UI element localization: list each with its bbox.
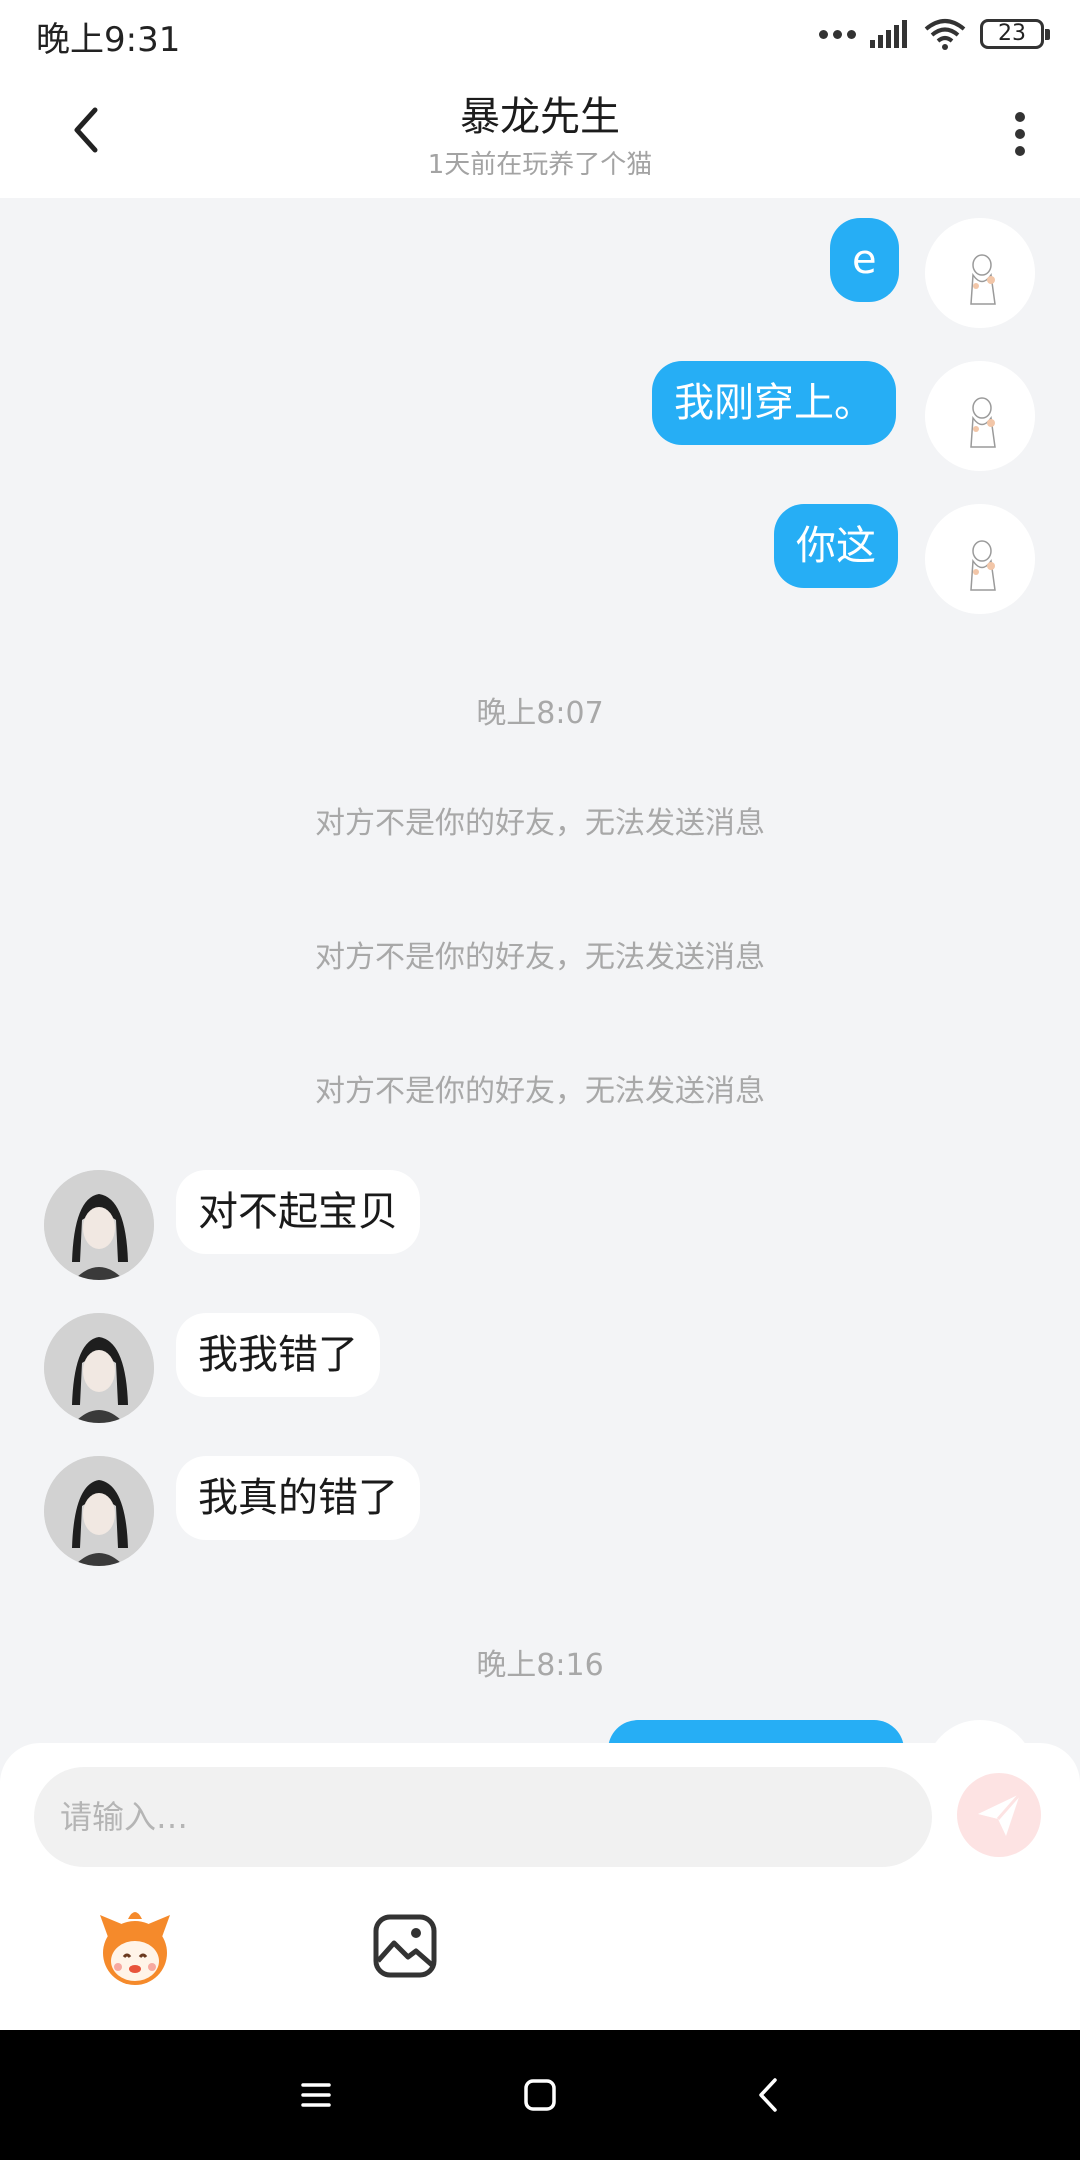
- character-avatar-image: [44, 1456, 154, 1566]
- mascot-emoji-icon: [100, 1912, 170, 1985]
- system-notice: 对方不是你的好友，无法发送消息: [315, 940, 765, 975]
- my-avatar[interactable]: [925, 504, 1035, 614]
- image-icon: [373, 1914, 437, 1978]
- battery-icon: 23: [980, 19, 1050, 49]
- chat-header: 暴龙先生 1天前在玩养了个猫: [0, 64, 1080, 198]
- message-bubble-received[interactable]: 我真的错了: [176, 1456, 420, 1540]
- contact-status: 1天前在玩养了个猫: [427, 150, 653, 180]
- character-avatar-image: [44, 1170, 154, 1280]
- send-button[interactable]: [957, 1773, 1041, 1857]
- menu-icon: [301, 2083, 331, 2107]
- more-options-button[interactable]: [1000, 104, 1040, 164]
- contact-avatar[interactable]: [44, 1170, 154, 1280]
- anime-avatar-image: [925, 361, 1035, 471]
- my-avatar[interactable]: [925, 218, 1035, 328]
- message-bubble-received[interactable]: 我我错了: [176, 1313, 380, 1397]
- message-timestamp: 晚上8:07: [476, 696, 604, 731]
- contact-avatar[interactable]: [44, 1313, 154, 1423]
- more-vertical-icon: [1015, 112, 1025, 122]
- anime-avatar-image: [925, 504, 1035, 614]
- message-bubble-sent[interactable]: e: [830, 218, 899, 302]
- status-bar: 晚上9:31 23: [0, 0, 1080, 64]
- my-avatar[interactable]: [925, 361, 1035, 471]
- paper-plane-icon: [978, 1793, 1022, 1836]
- nav-home-button[interactable]: [515, 2070, 565, 2120]
- wifi-icon: [924, 19, 966, 50]
- my-avatar[interactable]: [925, 1720, 1035, 1743]
- anime-avatar-image: [925, 218, 1035, 328]
- message-bubble-sent[interactable]: 你这: [774, 504, 898, 588]
- message-input[interactable]: [34, 1767, 932, 1867]
- more-dots-icon: [819, 29, 856, 39]
- system-notice: 对方不是你的好友，无法发送消息: [315, 1074, 765, 1109]
- input-panel: [0, 1743, 1080, 2030]
- home-square-icon: [524, 2079, 556, 2111]
- contact-name: 暴龙先生: [460, 94, 620, 140]
- contact-avatar[interactable]: [44, 1456, 154, 1566]
- system-nav-bar: [0, 2030, 1080, 2160]
- nav-back-button[interactable]: [744, 2070, 794, 2120]
- message-list[interactable]: e 我刚穿上。 你这 晚上8:07 对方不是你的好友，无法发送消息 对方不是你的…: [0, 198, 1080, 1743]
- emoji-button[interactable]: [94, 1907, 176, 1989]
- message-bubble-sent[interactable]: [608, 1720, 904, 1743]
- message-timestamp: 晚上8:16: [476, 1648, 604, 1683]
- nav-menu-button[interactable]: [291, 2070, 341, 2120]
- character-avatar-image: [44, 1313, 154, 1423]
- status-icons: 23: [819, 14, 1050, 54]
- image-picker-button[interactable]: [372, 1913, 438, 1979]
- system-notice: 对方不是你的好友，无法发送消息: [315, 806, 765, 841]
- back-triangle-icon: [759, 2078, 777, 2112]
- message-bubble-received[interactable]: 对不起宝贝: [176, 1170, 420, 1254]
- status-time: 晚上9:31: [36, 20, 181, 60]
- signal-icon: [870, 20, 907, 48]
- message-bubble-sent[interactable]: 我刚穿上。: [652, 361, 896, 445]
